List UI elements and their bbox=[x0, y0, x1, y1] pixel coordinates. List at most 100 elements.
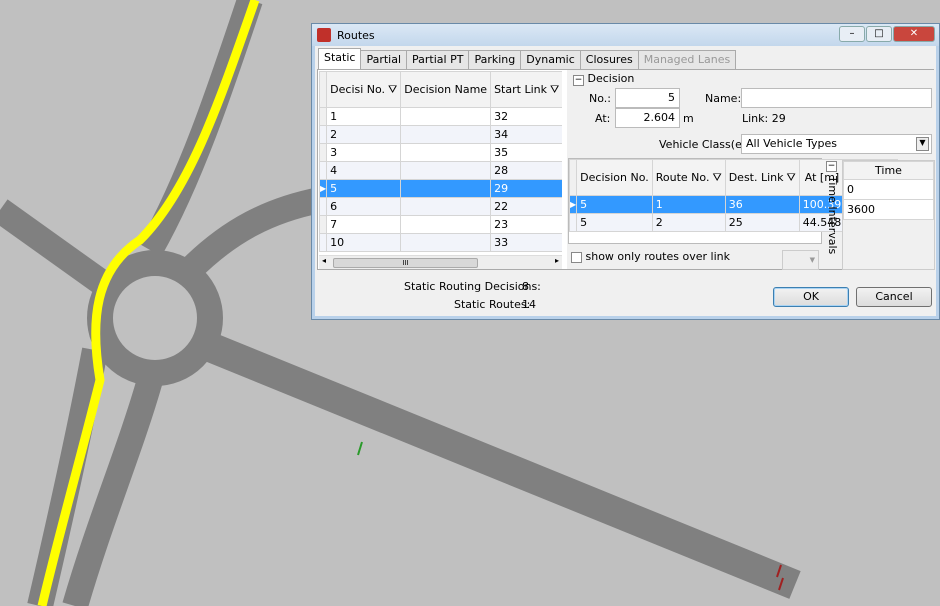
table-row[interactable]: 6223.83All Veh bbox=[319, 197, 562, 216]
title-bar: Routes – □ ✕ bbox=[312, 24, 939, 46]
time-intervals-label: − Time Intervals bbox=[826, 161, 839, 255]
tab-partial-pt[interactable]: Partial PT bbox=[406, 50, 470, 69]
row-selector[interactable] bbox=[319, 143, 328, 162]
decision-marker bbox=[357, 441, 363, 456]
collapse-icon[interactable]: − bbox=[826, 161, 837, 172]
minimize-button[interactable]: – bbox=[839, 26, 865, 42]
column-header-label: Decision No. bbox=[580, 171, 649, 184]
tab-dynamic[interactable]: Dynamic bbox=[520, 50, 581, 69]
table-cell: 25 bbox=[724, 213, 800, 232]
at-label: At: bbox=[595, 112, 611, 125]
road-northeast bbox=[180, 187, 323, 280]
table-cell: 32 bbox=[490, 107, 562, 126]
table-cell: 6 bbox=[326, 197, 402, 216]
routes-grid: Decision No.Route No.⛛Dest. Link⛛At [m]0… bbox=[568, 158, 899, 244]
filter-icon[interactable]: ⛛ bbox=[388, 83, 397, 96]
tab-partial[interactable]: Partial bbox=[360, 50, 408, 69]
table-row[interactable]: ▶5292.604All Veh bbox=[319, 179, 562, 198]
table-cell bbox=[400, 125, 492, 144]
column-header[interactable]: Route No. ⛛ bbox=[651, 159, 726, 196]
column-header-label: Start Link bbox=[494, 83, 547, 96]
row-selector[interactable] bbox=[319, 107, 328, 126]
name-label: Name: bbox=[705, 92, 742, 105]
table-row[interactable]: 3353.174All Veh bbox=[319, 143, 562, 162]
table-cell: 33 bbox=[490, 233, 562, 252]
table-cell: 23 bbox=[490, 215, 562, 234]
row-selector[interactable] bbox=[568, 213, 578, 232]
row-selector[interactable] bbox=[319, 197, 328, 216]
table-cell: 29 bbox=[490, 179, 562, 198]
table-cell bbox=[400, 179, 492, 198]
close-button[interactable]: ✕ bbox=[893, 26, 935, 42]
row-header bbox=[568, 159, 578, 196]
column-header[interactable]: Decision No. bbox=[576, 159, 653, 196]
table-row[interactable]: 4284.64819All Veh bbox=[319, 161, 562, 180]
app-icon bbox=[317, 28, 331, 42]
table-cell: 34 bbox=[490, 125, 562, 144]
table-cell bbox=[400, 197, 492, 216]
row-selector[interactable] bbox=[319, 161, 328, 180]
road-east bbox=[199, 331, 801, 599]
filter-icon[interactable]: ⛛ bbox=[787, 171, 796, 184]
decision-detail: − Decision No.: 5 Name: At: 2.604 m Link… bbox=[567, 70, 935, 270]
at-unit: m bbox=[683, 112, 694, 125]
static-panel: Decisi No.⛛Decision NameStart Link⛛At [m… bbox=[317, 69, 935, 270]
table-cell: 36 bbox=[724, 195, 800, 214]
table-row[interactable]: 10331.34527All Veh bbox=[319, 233, 562, 252]
table-cell: 22 bbox=[490, 197, 562, 216]
row-selector[interactable]: ▶ bbox=[319, 179, 328, 198]
no-input[interactable]: 5 bbox=[615, 88, 680, 108]
row-header bbox=[319, 71, 328, 108]
table-cell: 3 bbox=[326, 143, 402, 162]
show-only-checkbox[interactable] bbox=[571, 251, 582, 263]
time-cell[interactable]: 3600 bbox=[843, 199, 934, 220]
ok-button[interactable]: OK bbox=[773, 287, 849, 307]
table-row[interactable]: 7233.22665All Veh bbox=[319, 215, 562, 234]
table-cell bbox=[400, 233, 492, 252]
chevron-down-icon[interactable]: ▼ bbox=[916, 137, 929, 151]
scroll-thumb[interactable]: III bbox=[333, 258, 478, 268]
column-header[interactable]: Decision Name bbox=[400, 71, 492, 108]
tab-managed-lanes: Managed Lanes bbox=[637, 50, 737, 69]
time-cell[interactable]: 0 bbox=[843, 179, 934, 200]
filter-icon[interactable]: ⛛ bbox=[712, 171, 721, 184]
routes-count: 14 bbox=[522, 298, 536, 311]
routes-count-label: Static Routes: bbox=[454, 298, 531, 311]
at-input[interactable]: 2.604 bbox=[615, 108, 680, 128]
window-title: Routes bbox=[337, 28, 375, 42]
column-header-label: Decision Name bbox=[404, 83, 488, 96]
filter-icon[interactable]: ⛛ bbox=[550, 83, 559, 96]
routes-dialog: Routes – □ ✕ Static Partial Partial PT Park… bbox=[311, 23, 940, 320]
table-cell: 1 bbox=[651, 195, 726, 214]
horizontal-scrollbar[interactable]: ◂ III ▸ bbox=[319, 255, 562, 269]
row-selector[interactable] bbox=[319, 215, 328, 234]
row-selector[interactable]: ▶ bbox=[568, 195, 578, 214]
show-only-label: show only routes over link bbox=[585, 250, 730, 263]
row-selector[interactable] bbox=[319, 125, 328, 144]
decision-group-label: Decision bbox=[587, 72, 635, 85]
tab-static[interactable]: Static bbox=[318, 48, 362, 69]
tab-closures[interactable]: Closures bbox=[579, 50, 639, 69]
link-select[interactable]: ▼ bbox=[782, 250, 819, 270]
table-row[interactable]: 1322.091All Veh bbox=[319, 107, 562, 126]
table-row[interactable]: 2342.24333All Veh bbox=[319, 125, 562, 144]
column-header[interactable]: Decisi No. ⛛ bbox=[326, 71, 402, 108]
maximize-button[interactable]: □ bbox=[866, 26, 892, 42]
table-cell: 5 bbox=[576, 213, 653, 232]
vehicle-class-value: All Vehicle Types bbox=[746, 137, 837, 150]
decisions-grid: Decisi No.⛛Decision NameStart Link⛛At [m… bbox=[319, 71, 562, 253]
collapse-icon[interactable]: − bbox=[573, 75, 584, 86]
table-cell bbox=[400, 107, 492, 126]
column-header[interactable]: Dest. Link ⛛ bbox=[724, 159, 800, 196]
column-header-label: Decisi No. bbox=[330, 83, 386, 96]
table-row[interactable]: 0 bbox=[843, 179, 934, 200]
table-row[interactable]: 3600 bbox=[843, 199, 934, 220]
name-input[interactable] bbox=[741, 88, 932, 108]
vehicle-class-select[interactable]: All Vehicle Types ▼ bbox=[741, 134, 932, 154]
row-selector[interactable] bbox=[319, 233, 328, 252]
cancel-button[interactable]: Cancel bbox=[856, 287, 932, 307]
link-label: Link: bbox=[742, 112, 769, 125]
column-header[interactable]: Start Link ⛛ bbox=[490, 71, 562, 108]
tab-parking[interactable]: Parking bbox=[468, 50, 522, 69]
link-value: 29 bbox=[771, 112, 786, 125]
